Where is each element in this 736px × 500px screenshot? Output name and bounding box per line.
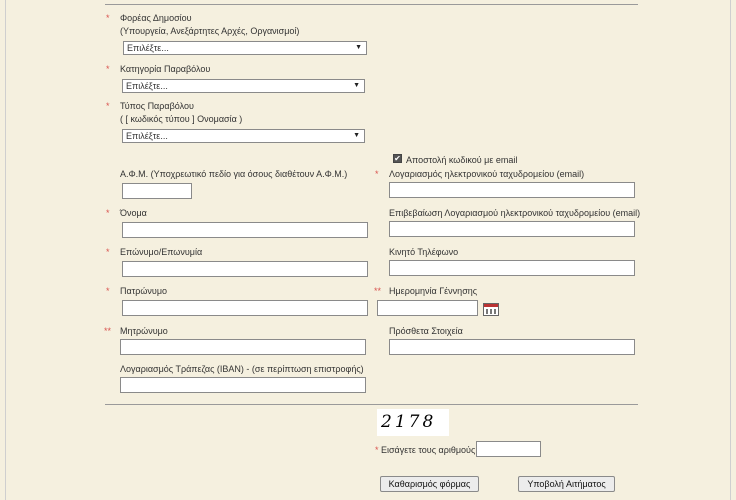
kinito-input[interactable] xyxy=(389,260,635,276)
iban-label: Λογαριασμός Τράπεζας (IBAN) - (σε περίπτ… xyxy=(120,364,364,374)
double-required-star: ** xyxy=(104,326,112,336)
chevron-down-icon: ▼ xyxy=(353,132,360,139)
required-star: * xyxy=(106,64,110,74)
email-confirm-input[interactable] xyxy=(389,221,635,237)
extra-input[interactable] xyxy=(389,339,635,355)
required-star: * xyxy=(106,13,110,23)
mitronymo-input[interactable] xyxy=(120,339,366,355)
top-divider xyxy=(105,4,638,5)
required-star: * xyxy=(106,208,110,218)
required-star: * xyxy=(106,247,110,257)
chevron-down-icon: ▼ xyxy=(353,82,360,89)
email-input[interactable] xyxy=(389,182,635,198)
typos-sublabel: ( [ κωδικός τύπου ] Ονομασία ) xyxy=(120,114,243,124)
eponymo-label: Επώνυμο/Επωνυμία xyxy=(120,247,203,257)
foreas-sublabel: (Υπουργεία, Ανεξάρτητες Αρχές, Οργανισμο… xyxy=(120,26,300,36)
page-left-border xyxy=(5,0,6,500)
birthdate-input[interactable] xyxy=(377,300,478,316)
email-code-checkbox[interactable]: ✔ xyxy=(393,154,402,163)
email-label: Λογαριασμός ηλεκτρονικού ταχυδρομείου (e… xyxy=(389,169,585,179)
foreas-select-value: Επιλέξτε... xyxy=(127,43,169,53)
email-code-label: Αποστολή κωδικού με email xyxy=(406,155,518,165)
birthdate-label: Ημερομηνία Γέννησης xyxy=(389,286,478,296)
iban-input[interactable] xyxy=(120,377,366,393)
required-star: * xyxy=(106,286,110,296)
typos-select-value: Επιλέξτε... xyxy=(126,131,168,141)
foreas-select[interactable]: Επιλέξτε... ▼ xyxy=(123,41,367,55)
typos-label: Τύπος Παραβόλου xyxy=(120,101,194,111)
katigoria-label: Κατηγορία Παραβόλου xyxy=(120,64,211,74)
foreas-label: Φορέας Δημοσίου xyxy=(120,13,192,23)
typos-select[interactable]: Επιλέξτε... ▼ xyxy=(122,129,365,143)
calendar-icon[interactable] xyxy=(483,303,499,316)
captcha-label: Εισάγετε τους αριθμούς xyxy=(381,445,476,455)
required-star: * xyxy=(375,169,379,179)
patronymo-label: Πατρώνυμο xyxy=(120,286,168,296)
page-right-border xyxy=(730,0,731,500)
bottom-divider xyxy=(105,404,638,405)
patronymo-input[interactable] xyxy=(122,300,368,316)
email-confirm-label: Επιβεβαίωση Λογαριασμού ηλεκτρονικού ταχ… xyxy=(389,208,641,218)
mitronymo-label: Μητρώνυμο xyxy=(120,326,168,336)
required-star: * xyxy=(106,101,110,111)
captcha-image: 2178 xyxy=(377,409,449,436)
kinito-label: Κινητό Τηλέφωνο xyxy=(389,247,459,257)
onoma-label: Όνομα xyxy=(120,208,147,218)
clear-form-button[interactable]: Καθαρισμός φόρμας xyxy=(380,476,479,492)
double-required-star: ** xyxy=(374,286,382,296)
katigoria-select-value: Επιλέξτε... xyxy=(126,81,168,91)
chevron-down-icon: ▼ xyxy=(355,44,362,51)
afm-label: Α.Φ.Μ. (Υποχρεωτικό πεδίο για όσους διαθ… xyxy=(120,169,348,179)
katigoria-select[interactable]: Επιλέξτε... ▼ xyxy=(122,79,365,93)
extra-label: Πρόσθετα Στοιχεία xyxy=(389,326,463,336)
checkmark-icon: ✔ xyxy=(394,154,401,163)
required-star: * xyxy=(375,445,379,455)
afm-input[interactable] xyxy=(122,183,192,199)
submit-request-button[interactable]: Υποβολή Αιτήματος xyxy=(518,476,615,492)
onoma-input[interactable] xyxy=(122,222,368,238)
captcha-input[interactable] xyxy=(476,441,541,457)
eponymo-input[interactable] xyxy=(122,261,368,277)
